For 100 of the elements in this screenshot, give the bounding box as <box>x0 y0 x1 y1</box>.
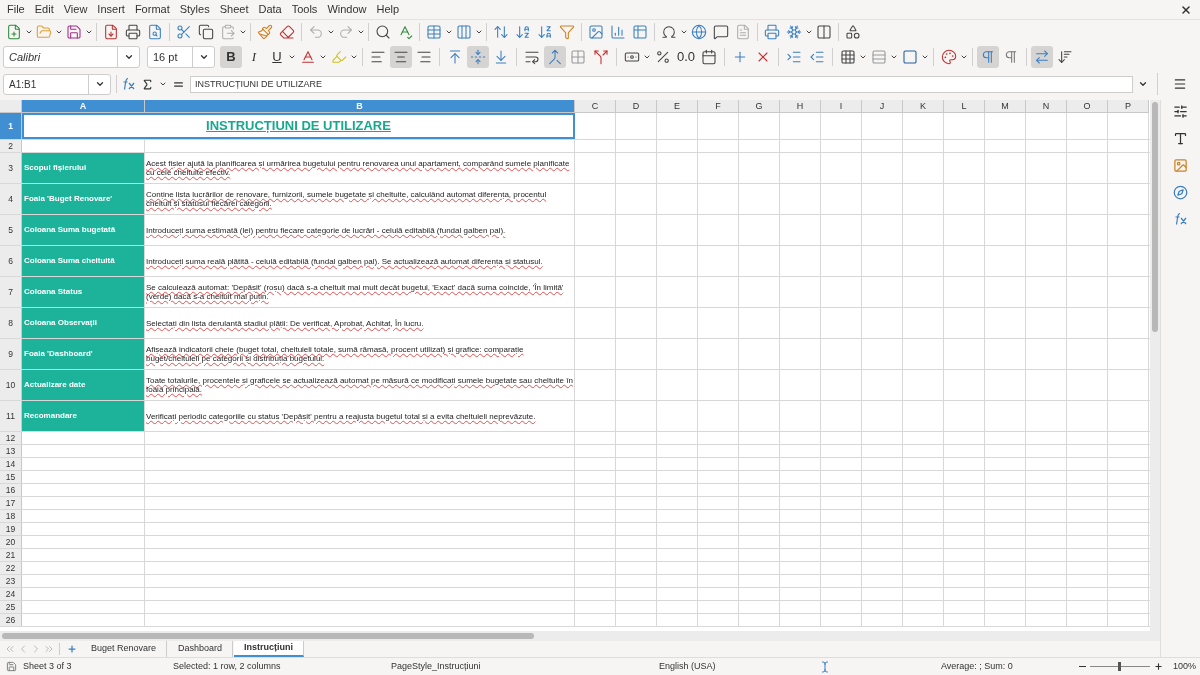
column-header[interactable]: P <box>1108 100 1149 113</box>
menu-item[interactable]: View <box>58 0 93 19</box>
row-header[interactable]: 19 <box>0 523 22 535</box>
comment-icon <box>713 23 729 40</box>
shapes-icon <box>845 23 861 40</box>
column-header[interactable]: L <box>944 100 985 113</box>
menu-item[interactable]: File <box>2 0 30 19</box>
column-header[interactable]: E <box>657 100 698 113</box>
font-size-field[interactable]: 16 pt <box>147 46 215 68</box>
row-header[interactable]: 14 <box>0 458 22 470</box>
menu-item[interactable]: Data <box>253 0 287 19</box>
dropdown-caret-icon[interactable] <box>960 53 969 61</box>
close-icon[interactable] <box>1180 3 1192 16</box>
menu-item[interactable]: Styles <box>174 0 215 19</box>
menu-icon[interactable] <box>1173 77 1187 91</box>
row-header[interactable]: 4 <box>0 184 22 214</box>
row-header[interactable]: 9 <box>0 339 22 369</box>
row-header[interactable]: 6 <box>0 246 22 276</box>
column-header[interactable]: O <box>1067 100 1108 113</box>
format-button[interactable]: B <box>220 46 242 68</box>
menu-item[interactable]: Edit <box>29 0 59 19</box>
row-header[interactable]: 26 <box>0 614 22 626</box>
menu-item[interactable]: Format <box>129 0 175 19</box>
dropdown-caret-icon[interactable] <box>890 53 899 61</box>
font-name-field[interactable]: Calibri <box>3 46 140 68</box>
text-direction-button[interactable] <box>1031 46 1054 68</box>
dropdown-caret-icon[interactable] <box>94 79 105 89</box>
row-header[interactable]: 25 <box>0 601 22 613</box>
dropdown-caret-icon[interactable] <box>319 53 327 61</box>
format-button[interactable]: 0.0 <box>675 46 698 68</box>
column-header[interactable]: H <box>780 100 821 113</box>
dropdown-caret-icon[interactable] <box>159 80 167 88</box>
column-header[interactable]: F <box>698 100 739 113</box>
row-header[interactable]: 13 <box>0 445 22 457</box>
navigator-icon[interactable] <box>1173 185 1188 200</box>
row-header[interactable]: 18 <box>0 510 22 522</box>
horizontal-scrollbar-thumb[interactable] <box>2 633 534 639</box>
menu-item[interactable]: Sheet <box>214 0 254 19</box>
pilcrow-button[interactable] <box>977 46 1000 68</box>
properties-icon[interactable] <box>1173 104 1188 119</box>
dropdown-caret-icon[interactable] <box>350 53 358 61</box>
sheet-tab[interactable]: Dashboard <box>168 641 234 657</box>
format-button[interactable]: I <box>243 46 265 68</box>
row-header[interactable]: 20 <box>0 536 22 548</box>
format-button[interactable]: U <box>266 46 288 68</box>
sheet-tab[interactable]: Buget Renovare <box>81 641 168 657</box>
dropdown-caret-icon[interactable] <box>288 53 296 61</box>
image-icon <box>588 23 604 40</box>
row-header[interactable]: 3 <box>0 153 22 183</box>
save-status-icon[interactable] <box>6 661 17 672</box>
align-center-button[interactable] <box>390 46 412 68</box>
expand-caret-icon[interactable] <box>1138 79 1148 89</box>
column-header[interactable]: J <box>862 100 903 113</box>
function-icon[interactable] <box>122 77 136 91</box>
row-header[interactable]: 15 <box>0 471 22 483</box>
vertical-scrollbar-thumb[interactable] <box>1152 102 1158 332</box>
formula-input[interactable]: INSTRUCȚIUNI DE UTILIZARE <box>190 75 1133 93</box>
row-header[interactable]: 22 <box>0 562 22 574</box>
column-header[interactable]: C <box>575 100 616 113</box>
zoom-in-icon[interactable] <box>1153 662 1163 671</box>
column-header[interactable]: M <box>985 100 1026 113</box>
column-header[interactable]: D <box>616 100 657 113</box>
zoom-slider-thumb[interactable] <box>1118 662 1122 671</box>
name-box[interactable]: A1:B1 <box>3 73 111 95</box>
row-header[interactable]: 10 <box>0 370 22 400</box>
row-header[interactable]: 5 <box>0 215 22 245</box>
styles-icon[interactable] <box>1173 131 1188 146</box>
row-header[interactable]: 24 <box>0 588 22 600</box>
merge-center-button[interactable] <box>544 46 566 68</box>
sheet-tab[interactable]: Instrucțiuni <box>234 641 305 657</box>
function-icon[interactable] <box>1173 212 1188 226</box>
font-color-icon <box>300 49 316 65</box>
row-header[interactable]: 16 <box>0 484 22 496</box>
dropdown-caret-icon[interactable] <box>198 52 209 62</box>
add-sheet-icon[interactable] <box>67 644 77 654</box>
selection-mode-icon[interactable] <box>819 660 831 673</box>
align-top-icon <box>447 49 463 65</box>
dropdown-caret-icon[interactable] <box>643 53 651 61</box>
dropdown-caret-icon[interactable] <box>921 53 930 61</box>
dropdown-caret-icon[interactable] <box>123 52 134 62</box>
menu-item[interactable]: Window <box>322 0 372 19</box>
row-header[interactable]: 7 <box>0 277 22 307</box>
row-header[interactable]: 21 <box>0 549 22 561</box>
row-header[interactable]: 17 <box>0 497 22 509</box>
row-header[interactable]: 12 <box>0 432 22 444</box>
row-header[interactable]: 11 <box>0 401 22 431</box>
menu-item[interactable]: Insert <box>92 0 130 19</box>
menu-item[interactable]: Tools <box>286 0 323 19</box>
menu-item[interactable]: Help <box>371 0 405 19</box>
gallery-icon[interactable] <box>1173 158 1188 173</box>
dropdown-caret-icon[interactable] <box>859 53 868 61</box>
column-header[interactable]: G <box>739 100 780 113</box>
column-header[interactable]: N <box>1026 100 1067 113</box>
row-header[interactable]: 8 <box>0 308 22 338</box>
sum-icon[interactable] <box>141 77 154 91</box>
row-header[interactable]: 23 <box>0 575 22 587</box>
align-middle-button[interactable] <box>467 46 489 68</box>
column-header[interactable]: I <box>821 100 862 113</box>
column-header[interactable]: K <box>903 100 944 113</box>
row-header[interactable]: 2 <box>0 140 22 152</box>
